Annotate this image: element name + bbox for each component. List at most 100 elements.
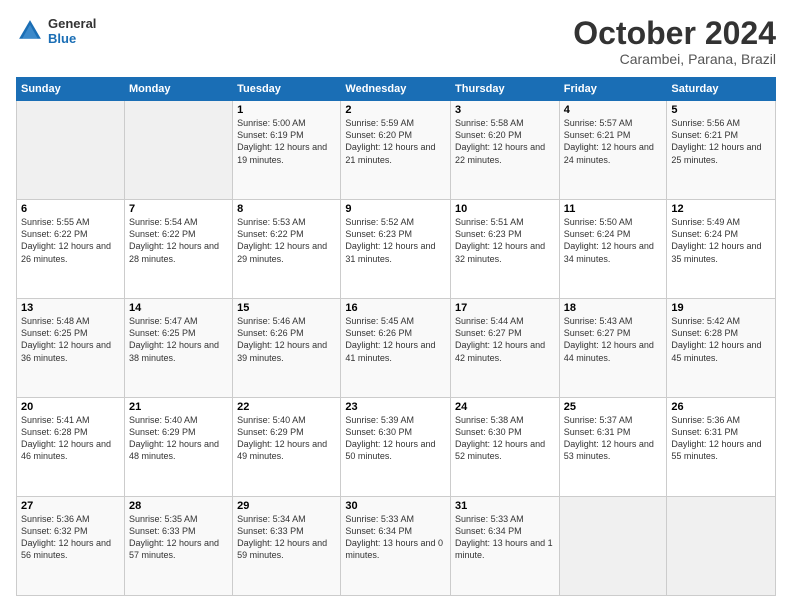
day-cell: 30Sunrise: 5:33 AMSunset: 6:34 PMDayligh… — [341, 497, 451, 596]
day-cell: 28Sunrise: 5:35 AMSunset: 6:33 PMDayligh… — [124, 497, 232, 596]
day-cell: 14Sunrise: 5:47 AMSunset: 6:25 PMDayligh… — [124, 299, 232, 398]
logo: General Blue — [16, 16, 96, 46]
day-info: Sunrise: 5:48 AMSunset: 6:25 PMDaylight:… — [21, 315, 120, 364]
day-info: Sunrise: 5:47 AMSunset: 6:25 PMDaylight:… — [129, 315, 228, 364]
day-number: 2 — [345, 104, 446, 116]
day-cell: 10Sunrise: 5:51 AMSunset: 6:23 PMDayligh… — [451, 200, 560, 299]
day-number: 7 — [129, 203, 228, 215]
day-cell: 2Sunrise: 5:59 AMSunset: 6:20 PMDaylight… — [341, 101, 451, 200]
week-row-2: 6Sunrise: 5:55 AMSunset: 6:22 PMDaylight… — [17, 200, 776, 299]
day-cell: 26Sunrise: 5:36 AMSunset: 6:31 PMDayligh… — [667, 398, 776, 497]
day-info: Sunrise: 5:33 AMSunset: 6:34 PMDaylight:… — [455, 513, 555, 562]
day-info: Sunrise: 5:46 AMSunset: 6:26 PMDaylight:… — [237, 315, 336, 364]
day-number: 3 — [455, 104, 555, 116]
day-cell: 22Sunrise: 5:40 AMSunset: 6:29 PMDayligh… — [233, 398, 341, 497]
day-info: Sunrise: 5:45 AMSunset: 6:26 PMDaylight:… — [345, 315, 446, 364]
day-number: 5 — [671, 104, 771, 116]
day-cell: 5Sunrise: 5:56 AMSunset: 6:21 PMDaylight… — [667, 101, 776, 200]
week-row-4: 20Sunrise: 5:41 AMSunset: 6:28 PMDayligh… — [17, 398, 776, 497]
header-day-sunday: Sunday — [17, 78, 125, 101]
location: Carambei, Parana, Brazil — [573, 51, 776, 67]
day-number: 30 — [345, 500, 446, 512]
day-cell: 11Sunrise: 5:50 AMSunset: 6:24 PMDayligh… — [559, 200, 667, 299]
day-number: 10 — [455, 203, 555, 215]
day-cell — [559, 497, 667, 596]
day-number: 28 — [129, 500, 228, 512]
day-cell — [124, 101, 232, 200]
day-info: Sunrise: 5:40 AMSunset: 6:29 PMDaylight:… — [129, 414, 228, 463]
page: General Blue October 2024 Carambei, Para… — [0, 0, 792, 612]
day-info: Sunrise: 5:59 AMSunset: 6:20 PMDaylight:… — [345, 117, 446, 166]
day-info: Sunrise: 5:44 AMSunset: 6:27 PMDaylight:… — [455, 315, 555, 364]
day-cell: 24Sunrise: 5:38 AMSunset: 6:30 PMDayligh… — [451, 398, 560, 497]
day-info: Sunrise: 5:54 AMSunset: 6:22 PMDaylight:… — [129, 216, 228, 265]
day-cell: 3Sunrise: 5:58 AMSunset: 6:20 PMDaylight… — [451, 101, 560, 200]
day-cell: 1Sunrise: 5:00 AMSunset: 6:19 PMDaylight… — [233, 101, 341, 200]
header-day-tuesday: Tuesday — [233, 78, 341, 101]
week-row-5: 27Sunrise: 5:36 AMSunset: 6:32 PMDayligh… — [17, 497, 776, 596]
day-number: 31 — [455, 500, 555, 512]
header-day-saturday: Saturday — [667, 78, 776, 101]
day-info: Sunrise: 5:53 AMSunset: 6:22 PMDaylight:… — [237, 216, 336, 265]
week-row-3: 13Sunrise: 5:48 AMSunset: 6:25 PMDayligh… — [17, 299, 776, 398]
header-day-wednesday: Wednesday — [341, 78, 451, 101]
day-cell: 12Sunrise: 5:49 AMSunset: 6:24 PMDayligh… — [667, 200, 776, 299]
day-number: 11 — [564, 203, 663, 215]
day-cell: 25Sunrise: 5:37 AMSunset: 6:31 PMDayligh… — [559, 398, 667, 497]
month-title: October 2024 — [573, 16, 776, 51]
day-number: 6 — [21, 203, 120, 215]
day-cell: 21Sunrise: 5:40 AMSunset: 6:29 PMDayligh… — [124, 398, 232, 497]
day-cell: 13Sunrise: 5:48 AMSunset: 6:25 PMDayligh… — [17, 299, 125, 398]
day-number: 29 — [237, 500, 336, 512]
day-number: 9 — [345, 203, 446, 215]
day-cell: 23Sunrise: 5:39 AMSunset: 6:30 PMDayligh… — [341, 398, 451, 497]
day-info: Sunrise: 5:57 AMSunset: 6:21 PMDaylight:… — [564, 117, 663, 166]
day-cell: 8Sunrise: 5:53 AMSunset: 6:22 PMDaylight… — [233, 200, 341, 299]
day-info: Sunrise: 5:00 AMSunset: 6:19 PMDaylight:… — [237, 117, 336, 166]
day-number: 20 — [21, 401, 120, 413]
day-number: 13 — [21, 302, 120, 314]
calendar: SundayMondayTuesdayWednesdayThursdayFrid… — [16, 77, 776, 596]
day-number: 4 — [564, 104, 663, 116]
day-number: 21 — [129, 401, 228, 413]
day-info: Sunrise: 5:41 AMSunset: 6:28 PMDaylight:… — [21, 414, 120, 463]
header-day-friday: Friday — [559, 78, 667, 101]
week-row-1: 1Sunrise: 5:00 AMSunset: 6:19 PMDaylight… — [17, 101, 776, 200]
day-number: 16 — [345, 302, 446, 314]
logo-icon — [16, 17, 44, 45]
day-info: Sunrise: 5:35 AMSunset: 6:33 PMDaylight:… — [129, 513, 228, 562]
day-cell: 19Sunrise: 5:42 AMSunset: 6:28 PMDayligh… — [667, 299, 776, 398]
day-number: 8 — [237, 203, 336, 215]
header: General Blue October 2024 Carambei, Para… — [16, 16, 776, 67]
day-info: Sunrise: 5:52 AMSunset: 6:23 PMDaylight:… — [345, 216, 446, 265]
day-number: 26 — [671, 401, 771, 413]
logo-blue: Blue — [48, 31, 96, 46]
day-number: 19 — [671, 302, 771, 314]
day-info: Sunrise: 5:39 AMSunset: 6:30 PMDaylight:… — [345, 414, 446, 463]
day-number: 15 — [237, 302, 336, 314]
day-number: 17 — [455, 302, 555, 314]
day-cell: 18Sunrise: 5:43 AMSunset: 6:27 PMDayligh… — [559, 299, 667, 398]
day-cell: 20Sunrise: 5:41 AMSunset: 6:28 PMDayligh… — [17, 398, 125, 497]
day-number: 27 — [21, 500, 120, 512]
day-info: Sunrise: 5:37 AMSunset: 6:31 PMDaylight:… — [564, 414, 663, 463]
title-area: October 2024 Carambei, Parana, Brazil — [573, 16, 776, 67]
day-info: Sunrise: 5:36 AMSunset: 6:31 PMDaylight:… — [671, 414, 771, 463]
day-number: 24 — [455, 401, 555, 413]
day-info: Sunrise: 5:34 AMSunset: 6:33 PMDaylight:… — [237, 513, 336, 562]
day-info: Sunrise: 5:51 AMSunset: 6:23 PMDaylight:… — [455, 216, 555, 265]
day-number: 23 — [345, 401, 446, 413]
day-cell — [667, 497, 776, 596]
header-day-monday: Monday — [124, 78, 232, 101]
day-info: Sunrise: 5:56 AMSunset: 6:21 PMDaylight:… — [671, 117, 771, 166]
day-info: Sunrise: 5:42 AMSunset: 6:28 PMDaylight:… — [671, 315, 771, 364]
day-info: Sunrise: 5:40 AMSunset: 6:29 PMDaylight:… — [237, 414, 336, 463]
day-info: Sunrise: 5:43 AMSunset: 6:27 PMDaylight:… — [564, 315, 663, 364]
day-cell: 31Sunrise: 5:33 AMSunset: 6:34 PMDayligh… — [451, 497, 560, 596]
day-cell: 4Sunrise: 5:57 AMSunset: 6:21 PMDaylight… — [559, 101, 667, 200]
day-cell: 9Sunrise: 5:52 AMSunset: 6:23 PMDaylight… — [341, 200, 451, 299]
day-number: 18 — [564, 302, 663, 314]
logo-text: General Blue — [48, 16, 96, 46]
day-cell: 7Sunrise: 5:54 AMSunset: 6:22 PMDaylight… — [124, 200, 232, 299]
day-number: 22 — [237, 401, 336, 413]
